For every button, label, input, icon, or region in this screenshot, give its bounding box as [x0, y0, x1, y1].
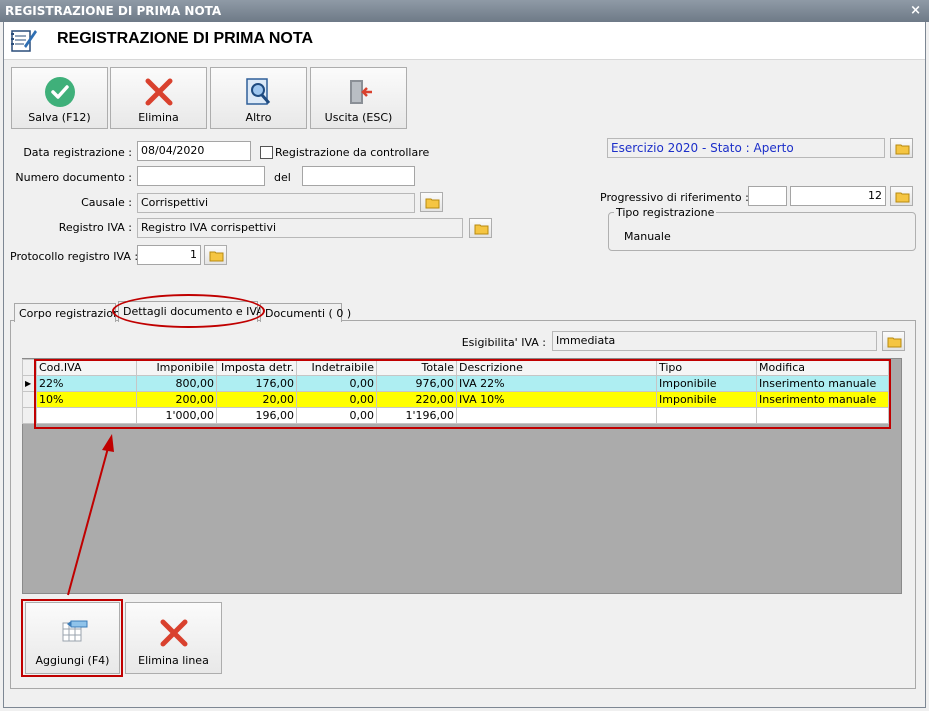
folder-icon [474, 224, 489, 235]
da-controllare-checkbox[interactable] [260, 146, 273, 159]
esigibilita-browse-button[interactable] [882, 331, 905, 351]
esercizio-status-field: Esercizio 2020 - Stato : Aperto [607, 138, 885, 158]
exit-label: Uscita (ESC) [324, 111, 393, 124]
page-header: REGISTRAZIONE DI PRIMA NOTA [4, 22, 925, 60]
tipo-registrazione-value: Manuale [624, 230, 671, 243]
highlight-rectangle-table [34, 359, 891, 429]
data-registrazione-field[interactable]: 08/04/2020 [137, 141, 251, 161]
save-label: Salva (F12) [28, 111, 91, 124]
registro-iva-browse-button[interactable] [469, 218, 492, 238]
da-controllare-label: Registrazione da controllare [275, 146, 430, 159]
causale-label: Causale : [81, 196, 132, 209]
folder-icon [887, 337, 902, 348]
save-button[interactable]: Salva (F12) [11, 67, 108, 129]
folder-icon [209, 251, 224, 262]
progressivo-browse-button[interactable] [890, 186, 913, 206]
esigibilita-field[interactable]: Immediata [552, 331, 877, 351]
protocollo-browse-button[interactable] [204, 245, 227, 265]
esigibilita-label: Esigibilita' IVA : [461, 336, 546, 349]
red-x-icon [143, 76, 175, 111]
annotation-arrow [67, 434, 114, 596]
registro-iva-field[interactable]: Registro IVA corrispettivi [137, 218, 463, 238]
other-label: Altro [245, 111, 272, 124]
folder-icon [895, 144, 910, 155]
protocollo-field[interactable]: 1 [137, 245, 201, 265]
registro-iva-label: Registro IVA : [58, 221, 132, 234]
highlight-rectangle-add [21, 599, 123, 677]
folder-icon [425, 198, 440, 209]
window-titlebar: REGISTRAZIONE DI PRIMA NOTA × [0, 0, 929, 22]
delete-line-button[interactable]: Elimina linea [125, 602, 222, 674]
delete-line-label: Elimina linea [138, 654, 209, 667]
protocollo-label: Protocollo registro IVA : [10, 250, 139, 263]
exit-door-icon [343, 76, 375, 111]
close-icon[interactable]: × [910, 3, 921, 18]
progressivo-a-field[interactable] [748, 186, 787, 206]
del-date-field[interactable] [302, 166, 415, 186]
progressivo-label: Progressivo di riferimento : [600, 191, 749, 204]
del-label: del [274, 171, 291, 184]
esercizio-browse-button[interactable] [890, 138, 913, 158]
window-title: REGISTRAZIONE DI PRIMA NOTA [5, 4, 222, 18]
red-x-icon [158, 617, 190, 652]
tab-documenti[interactable]: Documenti ( 0 ) [260, 303, 351, 322]
page-title: REGISTRAZIONE DI PRIMA NOTA [57, 30, 313, 47]
notebook-pen-icon [10, 26, 38, 57]
causale-field[interactable]: Corrispettivi [137, 193, 415, 213]
tab-corpo-registrazione[interactable]: Corpo registrazione [14, 303, 127, 322]
numero-documento-label: Numero documento : [15, 171, 132, 184]
delete-button[interactable]: Elimina [110, 67, 207, 129]
causale-browse-button[interactable] [420, 192, 443, 212]
checkmark-icon [44, 76, 76, 111]
exit-button[interactable]: Uscita (ESC) [310, 67, 407, 129]
magnifier-document-icon [243, 76, 275, 111]
progressivo-b-field[interactable]: 12 [790, 186, 886, 206]
delete-label: Elimina [138, 111, 179, 124]
folder-icon [895, 192, 910, 203]
numero-documento-field[interactable] [137, 166, 265, 186]
data-registrazione-label: Data registrazione : [23, 146, 132, 159]
other-button[interactable]: Altro [210, 67, 307, 129]
tipo-registrazione-legend: Tipo registrazione [614, 206, 717, 219]
highlight-oval [112, 294, 265, 328]
